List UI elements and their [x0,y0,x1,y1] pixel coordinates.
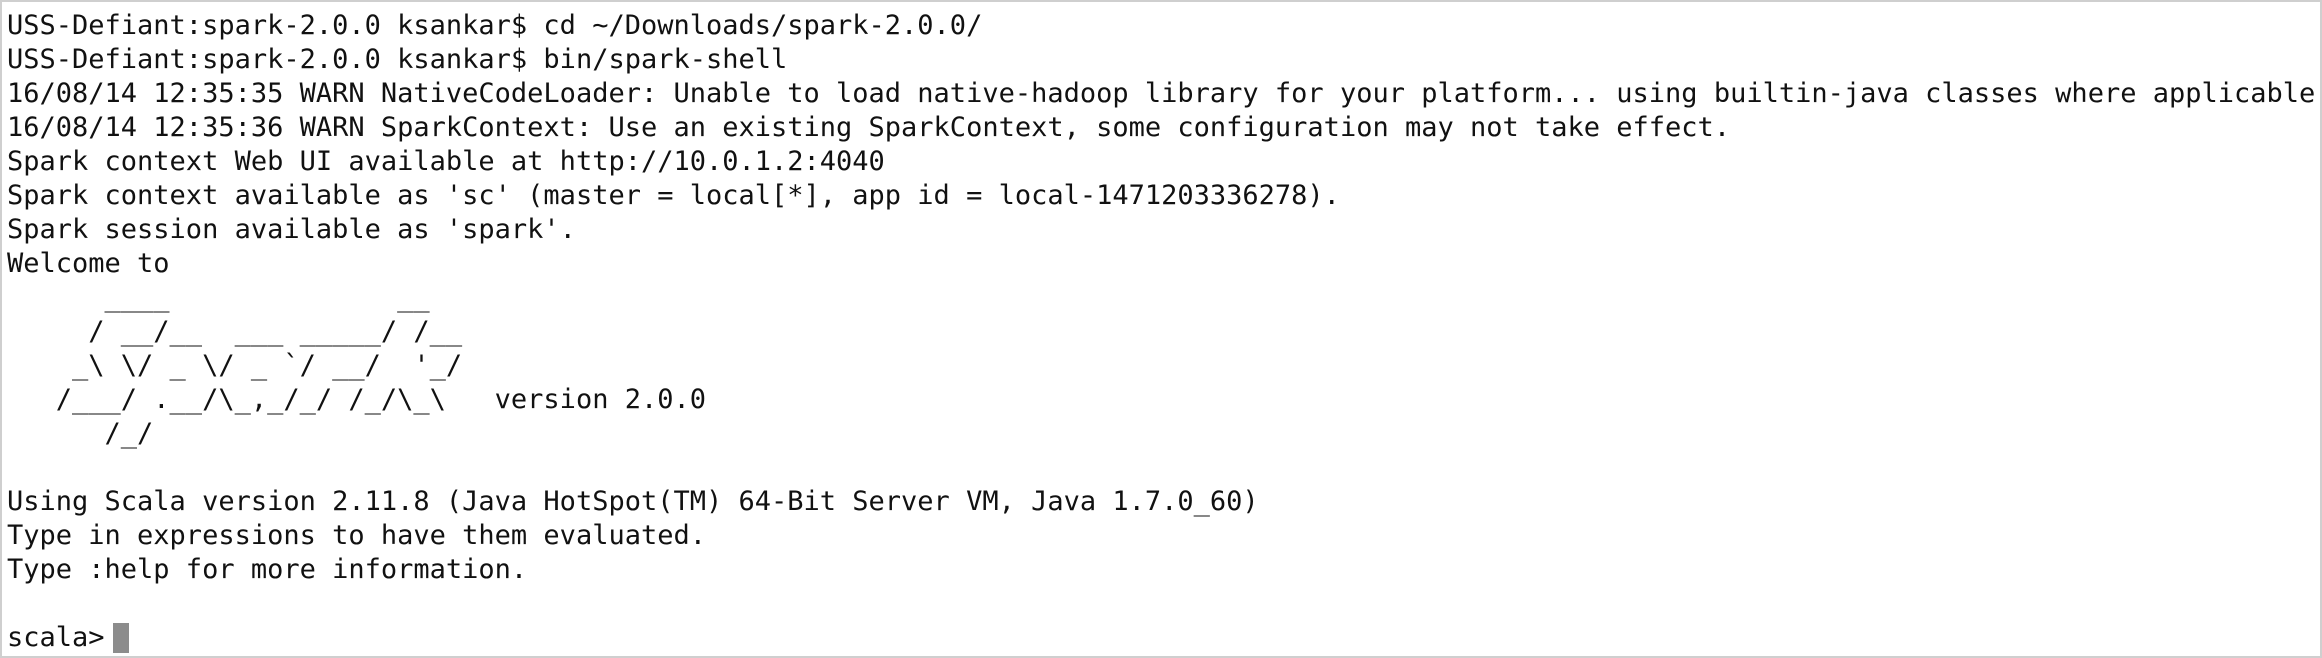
terminal-line-cd-command: USS-Defiant:spark-2.0.0 ksankar$ cd ~/Do… [7,10,983,41]
terminal-line-scala-version: Using Scala version 2.11.8 (Java HotSpot… [7,486,1259,517]
terminal-blank-line-1 [7,451,2320,485]
cursor-block-icon [112,623,129,653]
terminal-line-spark-context-warning: 16/08/14 12:35:36 WARN SparkContext: Use… [7,112,1731,143]
spark-ascii-logo-line-3: _\ \/ _ \/ _ `/ __/ '_/ [7,350,463,381]
terminal-line-type-expressions: Type in expressions to have them evaluat… [7,520,706,551]
terminal-line-help-info: Type :help for more information. [7,554,528,585]
spark-ascii-logo-line-2: / __/__ ___ _____/ /__ [7,316,463,347]
terminal-line-web-ui: Spark context Web UI available at http:/… [7,146,885,177]
terminal-window[interactable]: USS-Defiant:spark-2.0.0 ksankar$ cd ~/Do… [0,0,2322,658]
terminal-line-welcome: Welcome to [7,248,170,279]
spark-ascii-logo-line-1: ____ __ [7,282,430,313]
spark-ascii-logo-line-5: /_/ [7,418,154,449]
terminal-line-spark-session-available: Spark session available as 'spark'. [7,214,576,245]
scala-prompt: scala> [7,622,105,653]
terminal-line-spark-context-available: Spark context available as 'sc' (master … [7,180,1340,211]
spark-ascii-logo-line-4-version: /___/ .__/\_,_/_/ /_/\_\ version 2.0.0 [7,384,706,415]
terminal-blank-line-2 [7,587,2320,621]
terminal-output: USS-Defiant:spark-2.0.0 ksankar$ cd ~/Do… [7,9,2320,655]
terminal-line-native-code-warning: 16/08/14 12:35:35 WARN NativeCodeLoader:… [7,78,2316,109]
terminal-line-spark-shell-command: USS-Defiant:spark-2.0.0 ksankar$ bin/spa… [7,44,788,75]
scala-prompt-line[interactable]: scala> [7,621,2320,655]
